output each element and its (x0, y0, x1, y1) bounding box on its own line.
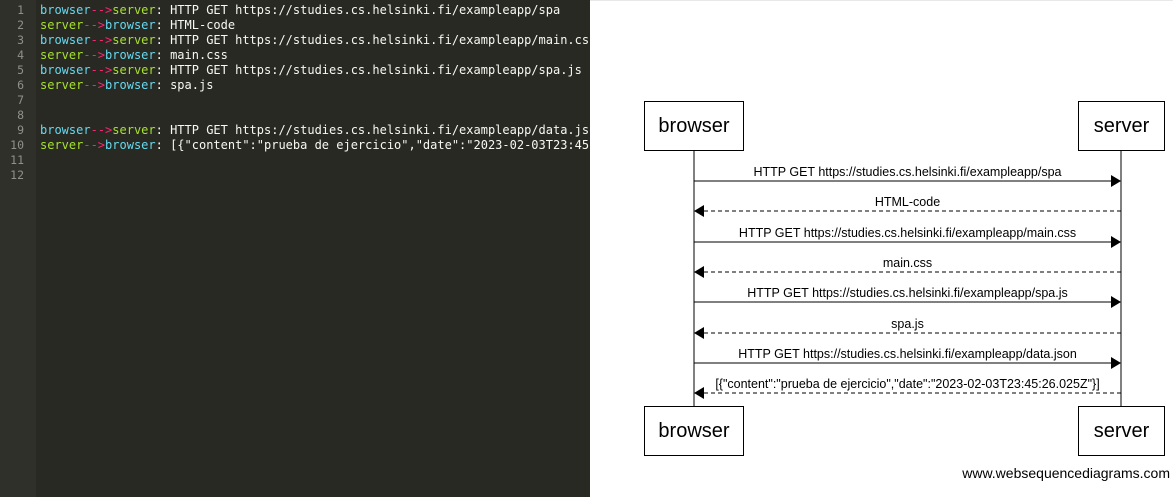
code-line[interactable]: browser-->server: HTTP GET https://studi… (40, 123, 590, 138)
code-token-arrow: --> (90, 63, 113, 77)
code-line[interactable] (40, 153, 590, 168)
message-label: HTTP GET https://studies.cs.helsinki.fi/… (752, 165, 1063, 179)
code-line[interactable]: server-->browser: HTML-code (40, 18, 590, 33)
message-label: HTTP GET https://studies.cs.helsinki.fi/… (746, 286, 1069, 300)
line-number: 7 (17, 93, 24, 107)
code-token-browser: browser (40, 123, 91, 137)
code-token-text: : spa.js (155, 78, 214, 92)
message-label: [{"content":"prueba de ejercicio","date"… (714, 377, 1101, 391)
line-number: 10 (10, 138, 24, 152)
line-number: 11 (10, 153, 24, 167)
code-line[interactable]: browser-->server: HTTP GET https://studi… (40, 3, 590, 18)
line-number: 3 (17, 33, 24, 47)
participant-server-top: server (1078, 101, 1165, 151)
code-token-server: server (112, 63, 156, 77)
code-token-browser: browser (40, 3, 91, 17)
line-number: 1 (17, 3, 24, 17)
message-label: main.css (881, 256, 934, 270)
code-token-arrow: --> (83, 18, 106, 32)
participant-label: server (1093, 114, 1150, 137)
code-token-arrow: --> (90, 123, 113, 137)
code-line[interactable] (40, 108, 590, 123)
code-editor[interactable]: 1 2 3 4 5 6 7 8 9 10 11 12 browser-->server: HTTP G… (0, 0, 590, 497)
code-token-arrow: --> (83, 48, 106, 62)
line-number-gutter: 1 2 3 4 5 6 7 8 9 10 11 12 (0, 0, 36, 497)
code-line[interactable]: server-->browser: [{"content":"prueba de… (40, 138, 590, 153)
code-token-browser: browser (105, 78, 156, 92)
line-number: 4 (17, 48, 24, 62)
line-number: 6 (17, 78, 24, 92)
code-token-arrow: --> (90, 33, 113, 47)
participant-label: browser (658, 419, 730, 442)
participant-browser-bottom: browser (644, 406, 744, 456)
code-line[interactable]: server-->browser: main.css (40, 48, 590, 63)
line-number: 9 (17, 123, 24, 137)
code-line[interactable] (40, 93, 590, 108)
code-token-text: : [{"content":"prueba de ejercicio","dat… (155, 138, 590, 152)
participant-server-bottom: server (1078, 406, 1165, 456)
message-label: HTML-code (873, 195, 942, 209)
code-token-browser: browser (40, 33, 91, 47)
message-label: HTTP GET https://studies.cs.helsinki.fi/… (737, 226, 1078, 240)
participant-browser-top: browser (644, 101, 744, 151)
sequence-diagram: browser server browser server HTTP GET h… (590, 1, 1173, 498)
code-token-arrow: --> (83, 138, 106, 152)
code-token-server: server (112, 33, 156, 47)
code-area[interactable]: browser-->server: HTTP GET https://studi… (40, 3, 590, 183)
code-token-browser: browser (40, 63, 91, 77)
diagram-pane: browser server browser server HTTP GET h… (590, 0, 1173, 497)
code-line[interactable]: server-->browser: spa.js (40, 78, 590, 93)
code-token-server: server (112, 123, 156, 137)
watermark-text: www.websequencediagrams.com (962, 465, 1170, 481)
participant-label: browser (658, 114, 730, 137)
code-token-browser: browser (105, 18, 156, 32)
message-label: spa.js (890, 317, 925, 331)
participant-label: server (1093, 419, 1150, 442)
code-token-server: server (112, 3, 156, 17)
line-number: 8 (17, 108, 24, 122)
code-token-server: server (40, 138, 84, 152)
code-line[interactable]: browser-->server: HTTP GET https://studi… (40, 63, 590, 78)
code-token-text: : HTTP GET https://studies.cs.helsinki.f… (155, 33, 590, 47)
code-token-text: : HTTP GET https://studies.cs.helsinki.f… (155, 3, 561, 17)
line-number: 12 (10, 168, 24, 182)
code-token-text: : main.css (155, 48, 228, 62)
code-line[interactable] (40, 168, 590, 183)
code-token-arrow: --> (90, 3, 113, 17)
code-token-text: : HTTP GET https://studies.cs.helsinki.f… (155, 63, 582, 77)
code-token-text: : HTML-code (155, 18, 236, 32)
code-token-server: server (40, 78, 84, 92)
code-token-browser: browser (105, 138, 156, 152)
message-label: HTTP GET https://studies.cs.helsinki.fi/… (737, 347, 1078, 361)
line-number: 5 (17, 63, 24, 77)
code-token-text: : HTTP GET https://studies.cs.helsinki.f… (155, 123, 590, 137)
code-token-browser: browser (105, 48, 156, 62)
code-token-server: server (40, 48, 84, 62)
code-token-server: server (40, 18, 84, 32)
code-line[interactable]: browser-->server: HTTP GET https://studi… (40, 33, 590, 48)
line-number: 2 (17, 18, 24, 32)
code-token-arrow: --> (83, 78, 106, 92)
